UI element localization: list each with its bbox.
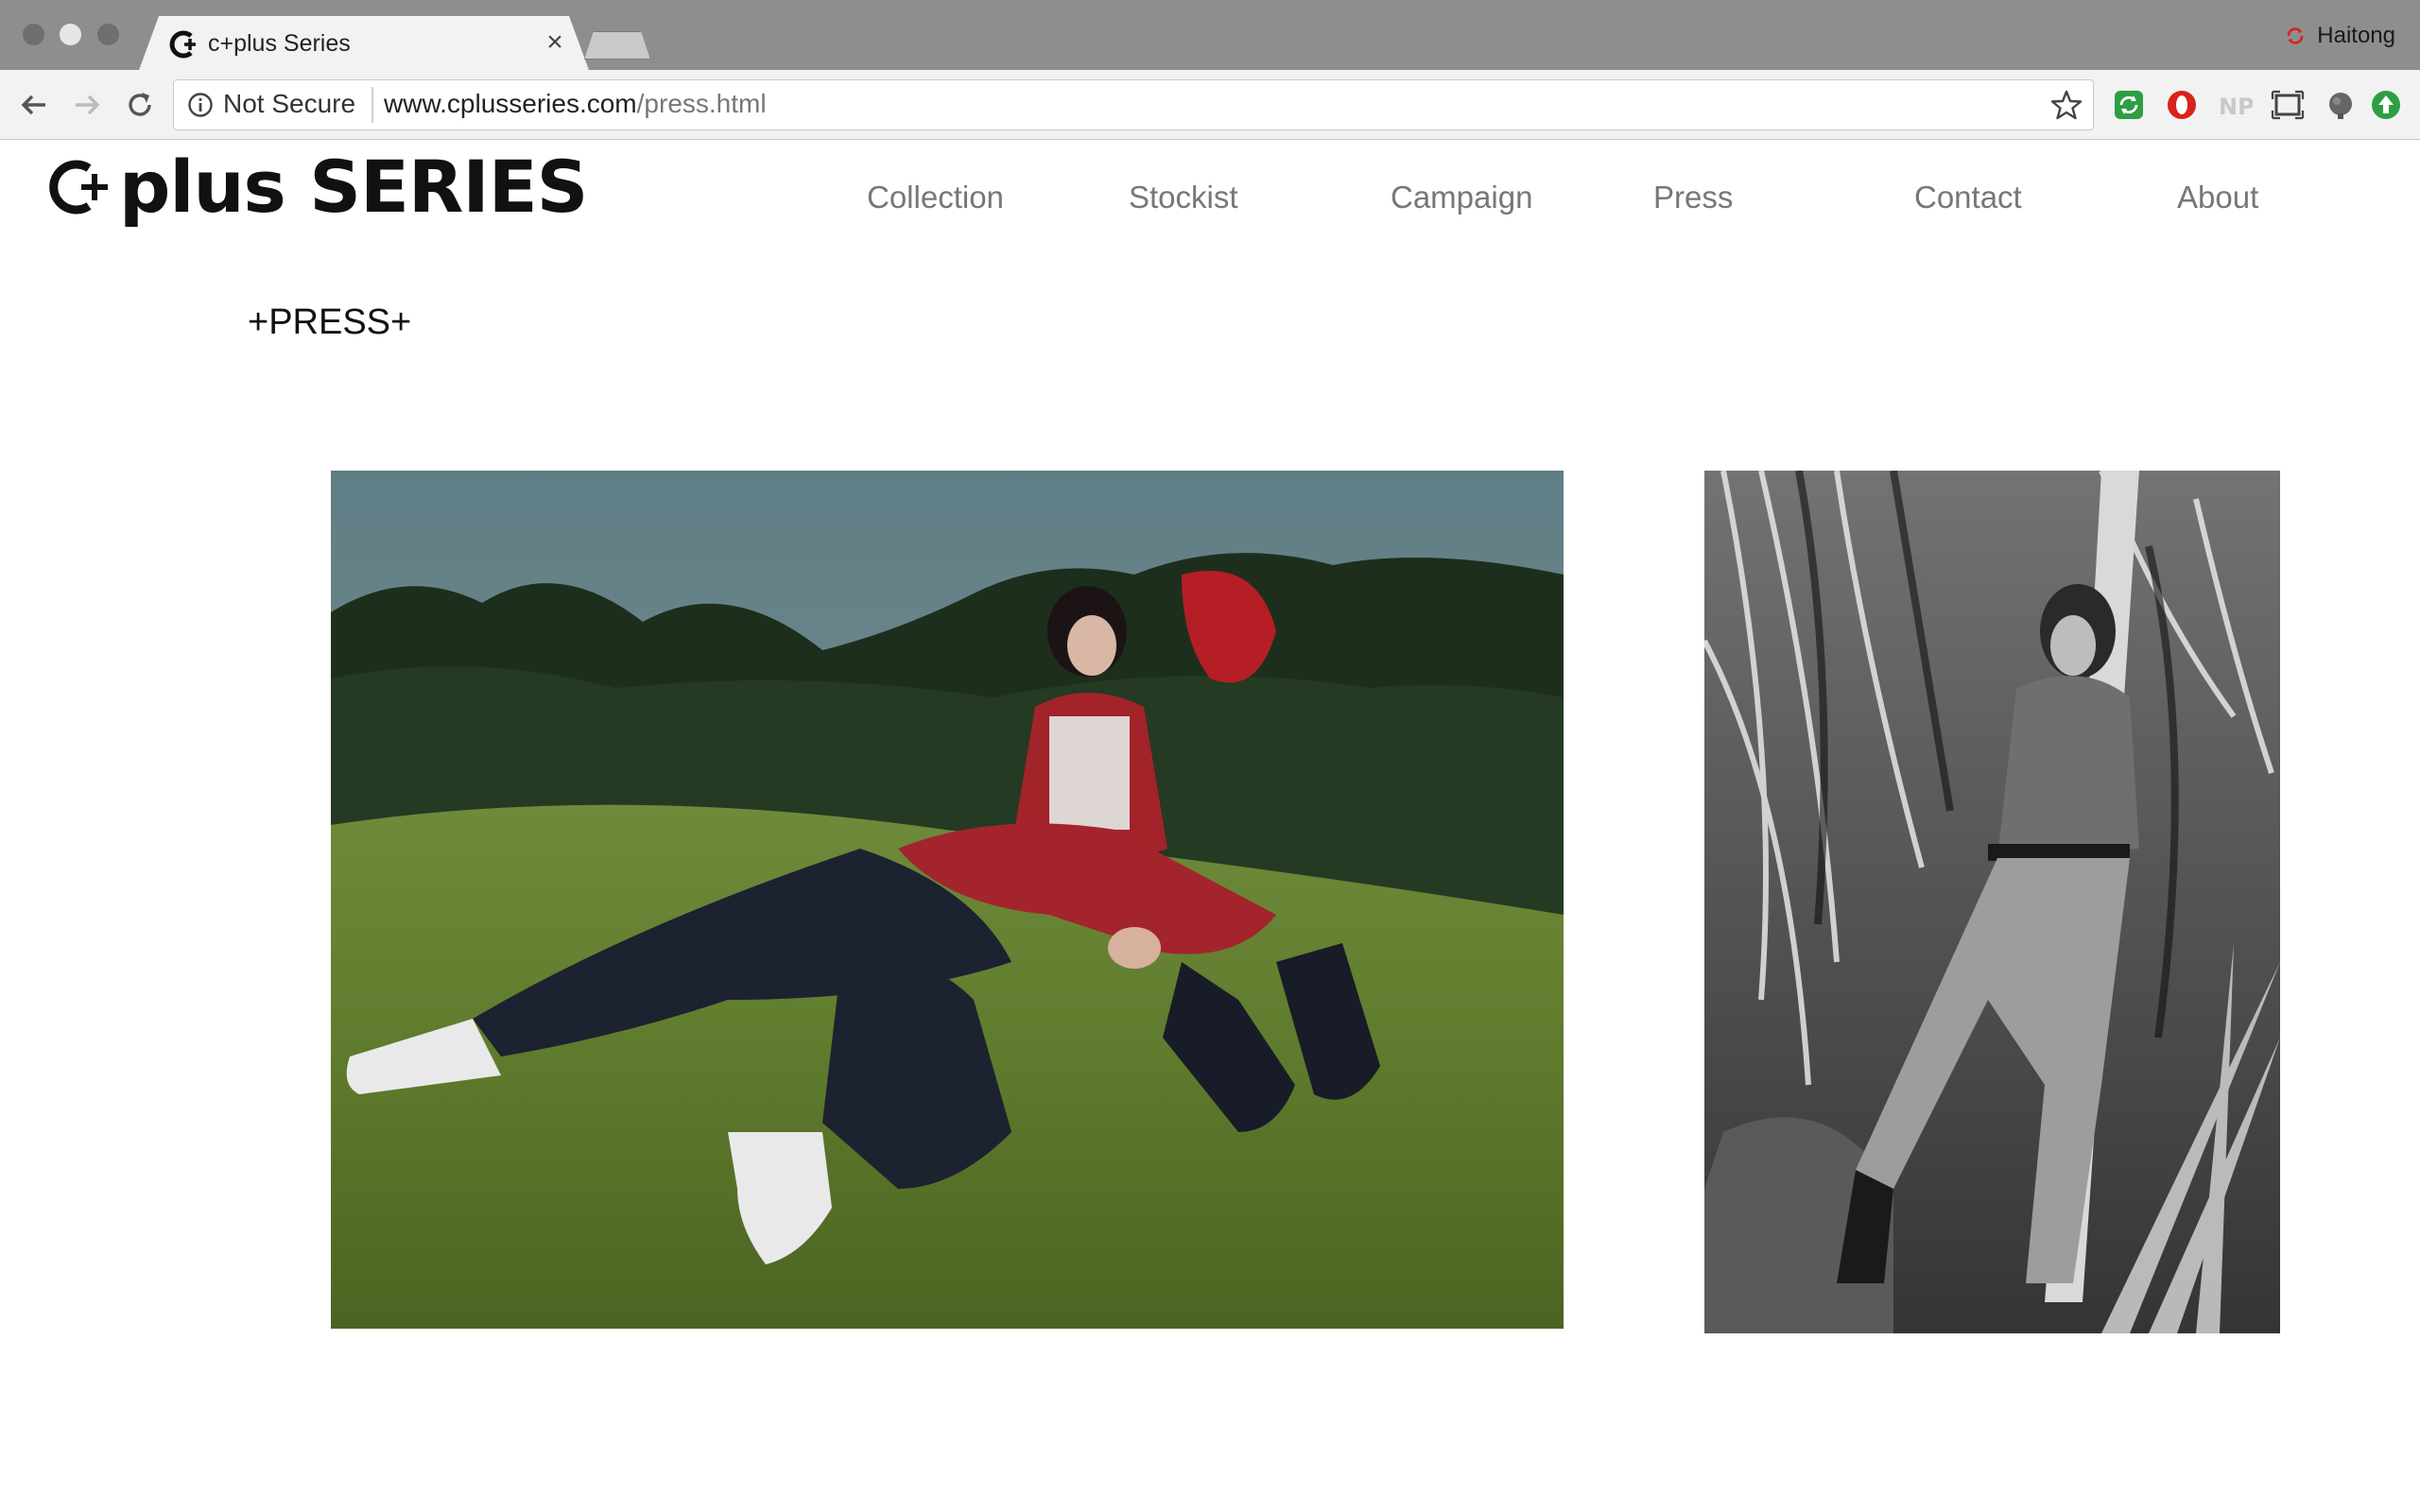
shield-extension-icon[interactable] [2323, 87, 2359, 123]
forward-arrow-icon[interactable] [68, 86, 106, 124]
tab-close-icon[interactable]: × [541, 28, 569, 57]
url-text[interactable]: www.cplusseries.com/press.html [384, 89, 767, 119]
window-maximize-button[interactable] [97, 24, 119, 45]
refresh-extension-icon[interactable] [2111, 87, 2147, 123]
press-photo-bw-palms[interactable] [1704, 471, 2280, 1333]
tab-title: c+plus Series [208, 30, 351, 57]
upload-extension-icon[interactable] [2368, 87, 2404, 123]
nav-contact[interactable]: Contact [1914, 180, 2022, 215]
url-domain: www.cplusseries.com [384, 89, 637, 118]
logo-text: plus SERIES [119, 145, 588, 229]
profile-name: Haitong [2317, 23, 2395, 48]
profile-button[interactable]: Haitong [2283, 23, 2395, 49]
browser-tab-active[interactable] [138, 16, 590, 73]
site-info-icon[interactable] [187, 92, 214, 118]
sync-error-icon [2287, 27, 2304, 44]
np-icon[interactable]: NP [2217, 87, 2253, 123]
press-photo-bw-image [1704, 471, 2280, 1333]
press-photo-color-grass[interactable] [331, 471, 1564, 1329]
address-divider [372, 87, 373, 123]
site-favicon-icon [169, 30, 196, 59]
bookmark-star-icon[interactable] [2049, 88, 2083, 122]
cplus-logo-icon [49, 160, 108, 215]
new-tab-button[interactable] [584, 31, 650, 60]
nav-about[interactable]: About [2177, 180, 2258, 215]
back-arrow-icon[interactable] [15, 86, 53, 124]
nav-collection[interactable]: Collection [867, 180, 1004, 215]
press-heading: +PRESS+ [248, 302, 412, 342]
screenshot-icon[interactable] [2270, 87, 2306, 123]
press-photo-color-image [331, 471, 1564, 1329]
nav-campaign[interactable]: Campaign [1391, 180, 1532, 215]
reload-icon[interactable] [121, 86, 159, 124]
url-path: /press.html [636, 89, 767, 118]
window-minimize-button[interactable] [60, 24, 81, 45]
opera-icon[interactable] [2164, 87, 2200, 123]
window-close-button[interactable] [23, 24, 44, 45]
nav-stockist[interactable]: Stockist [1129, 180, 1238, 215]
site-logo[interactable]: plus SERIES [45, 140, 588, 234]
security-label[interactable]: Not Secure [223, 89, 355, 119]
nav-press[interactable]: Press [1653, 180, 1733, 215]
svg-text:NP: NP [2219, 94, 2253, 120]
